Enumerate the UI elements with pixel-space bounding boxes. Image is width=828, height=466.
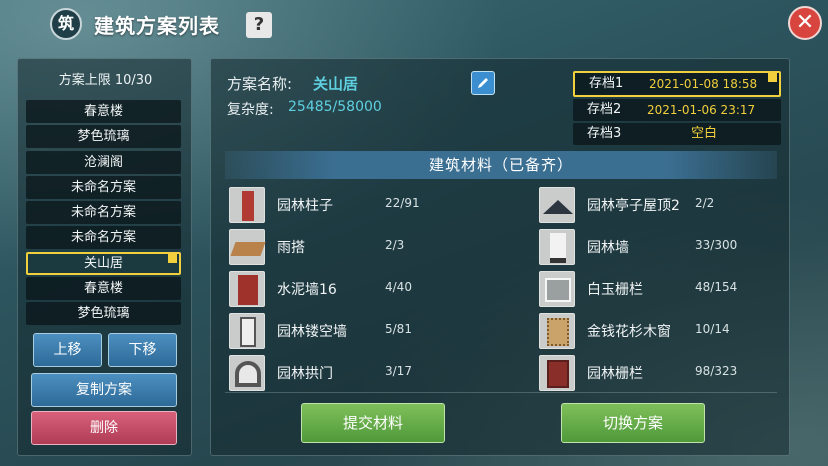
pencil-icon — [478, 78, 488, 88]
material-count: 33/300 — [695, 238, 738, 252]
material-count: 98/323 — [695, 364, 738, 378]
material-row: 白玉栅栏 48/154 — [539, 268, 809, 310]
material-name: 园林柱子 — [277, 198, 333, 214]
save-slot-name: 存档1 — [589, 76, 624, 91]
pavilion-roof-icon — [539, 187, 575, 223]
edit-name-button[interactable] — [471, 71, 495, 95]
plan-item[interactable]: 未命名方案 — [26, 175, 181, 199]
cement-wall-icon — [229, 271, 265, 307]
save-slot-empty: 空白 — [691, 126, 718, 141]
plan-item[interactable]: 春意楼 — [26, 277, 181, 301]
save-slot-name: 存档2 — [587, 102, 622, 117]
save-slot-date: 2021-01-06 23:17 — [647, 103, 756, 117]
material-count: 10/14 — [695, 322, 730, 336]
material-row: 园林墙 33/300 — [539, 226, 809, 268]
switch-plan-button[interactable]: 切换方案 — [561, 403, 705, 443]
plan-item[interactable]: 春意楼 — [26, 100, 181, 123]
plan-name-label: 方案名称: — [227, 75, 293, 93]
plan-detail-panel: 方案名称: 关山居 复杂度: 25485/58000 存档1 2021-01-0… — [210, 58, 790, 456]
material-count: 48/154 — [695, 280, 738, 294]
material-row: 园林柱子 22/91 — [229, 184, 499, 226]
material-row: 园林栅栏 98/323 — [539, 352, 809, 394]
hollow-wall-icon — [229, 313, 265, 349]
material-row: 水泥墙16 4/40 — [229, 268, 499, 310]
material-count: 5/81 — [385, 322, 412, 336]
materials-header: 建筑材料（已备齐） — [225, 151, 777, 179]
flag-icon — [768, 73, 777, 82]
wood-window-icon — [539, 313, 575, 349]
material-row: 园林镂空墙 5/81 — [229, 310, 499, 352]
save-slot-3[interactable]: 存档3 空白 — [573, 123, 781, 145]
plan-item[interactable]: 未命名方案 — [26, 226, 181, 250]
awning-icon — [229, 229, 266, 265]
garden-wall-icon — [539, 229, 575, 265]
copy-plan-button[interactable]: 复制方案 — [31, 373, 177, 407]
material-name: 园林栅栏 — [587, 366, 643, 382]
move-down-button[interactable]: 下移 — [108, 333, 177, 367]
plan-list-panel: 方案上限 10/30 春意楼 梦色琉璃 沧澜阁 未命名方案 未命名方案 未命名方… — [17, 58, 192, 456]
material-row: 金钱花杉木窗 10/14 — [539, 310, 809, 352]
plan-name-value: 关山居 — [313, 75, 359, 93]
material-name: 园林亭子屋顶2 — [587, 198, 680, 214]
title-bar: 筑 建筑方案列表 ? ✕ — [0, 0, 828, 50]
materials-column-left: 园林柱子 22/91 雨搭 2/3 水泥墙16 4/40 园林镂空墙 5/81 — [229, 184, 499, 394]
material-count: 22/91 — [385, 196, 420, 210]
save-slot-1[interactable]: 存档1 2021-01-08 18:58 — [573, 71, 781, 97]
plan-item[interactable]: 梦色琉璃 — [26, 125, 181, 149]
plan-item[interactable]: 未命名方案 — [26, 201, 181, 225]
material-count: 2/2 — [695, 196, 715, 210]
save-slot-name: 存档3 — [587, 126, 622, 141]
delete-button[interactable]: 删除 — [31, 411, 177, 445]
pillar-icon — [229, 187, 265, 223]
material-name: 雨搭 — [277, 240, 305, 256]
plan-item[interactable]: 沧澜阁 — [26, 150, 181, 174]
plan-item[interactable]: 梦色琉璃 — [26, 302, 181, 326]
arch-door-icon — [229, 355, 265, 391]
page-title: 建筑方案列表 — [94, 14, 220, 38]
close-button[interactable]: ✕ — [788, 6, 822, 40]
material-name: 园林镂空墙 — [277, 324, 347, 340]
plan-item-selected[interactable]: 关山居 — [26, 251, 181, 275]
save-slot-2[interactable]: 存档2 2021-01-06 23:17 — [573, 99, 781, 121]
jade-fence-icon — [539, 271, 575, 307]
materials-column-right: 园林亭子屋顶2 2/2 园林墙 33/300 白玉栅栏 48/154 金钱花杉木… — [539, 184, 809, 394]
material-count: 2/3 — [385, 238, 405, 252]
divider — [225, 392, 777, 393]
material-name: 园林拱门 — [277, 366, 333, 382]
plan-limit-text: 方案上限 10/30 — [58, 73, 153, 88]
complexity-value: 25485/58000 — [288, 99, 382, 115]
material-count: 4/40 — [385, 280, 412, 294]
material-row: 园林拱门 3/17 — [229, 352, 499, 394]
submit-materials-button[interactable]: 提交材料 — [301, 403, 445, 443]
garden-fence-icon — [539, 355, 575, 391]
material-name: 白玉栅栏 — [587, 282, 643, 298]
save-slots: 存档1 2021-01-08 18:58 存档2 2021-01-06 23:1… — [573, 71, 781, 147]
material-name: 金钱花杉木窗 — [587, 324, 671, 340]
help-button[interactable]: ? — [246, 12, 272, 38]
material-row: 园林亭子屋顶2 2/2 — [539, 184, 809, 226]
material-name: 园林墙 — [587, 240, 629, 256]
building-icon: 筑 — [50, 8, 82, 40]
move-up-button[interactable]: 上移 — [33, 333, 102, 367]
plan-item-label: 关山居 — [83, 255, 123, 271]
save-slot-date: 2021-01-08 18:58 — [649, 77, 758, 91]
material-count: 3/17 — [385, 364, 412, 378]
material-row: 雨搭 2/3 — [229, 226, 499, 268]
plan-list: 春意楼 梦色琉璃 沧澜阁 未命名方案 未命名方案 未命名方案 关山居 春意楼 梦… — [26, 100, 183, 328]
complexity-label: 复杂度: — [227, 102, 274, 118]
flag-icon — [168, 253, 177, 263]
material-name: 水泥墙16 — [277, 282, 337, 298]
